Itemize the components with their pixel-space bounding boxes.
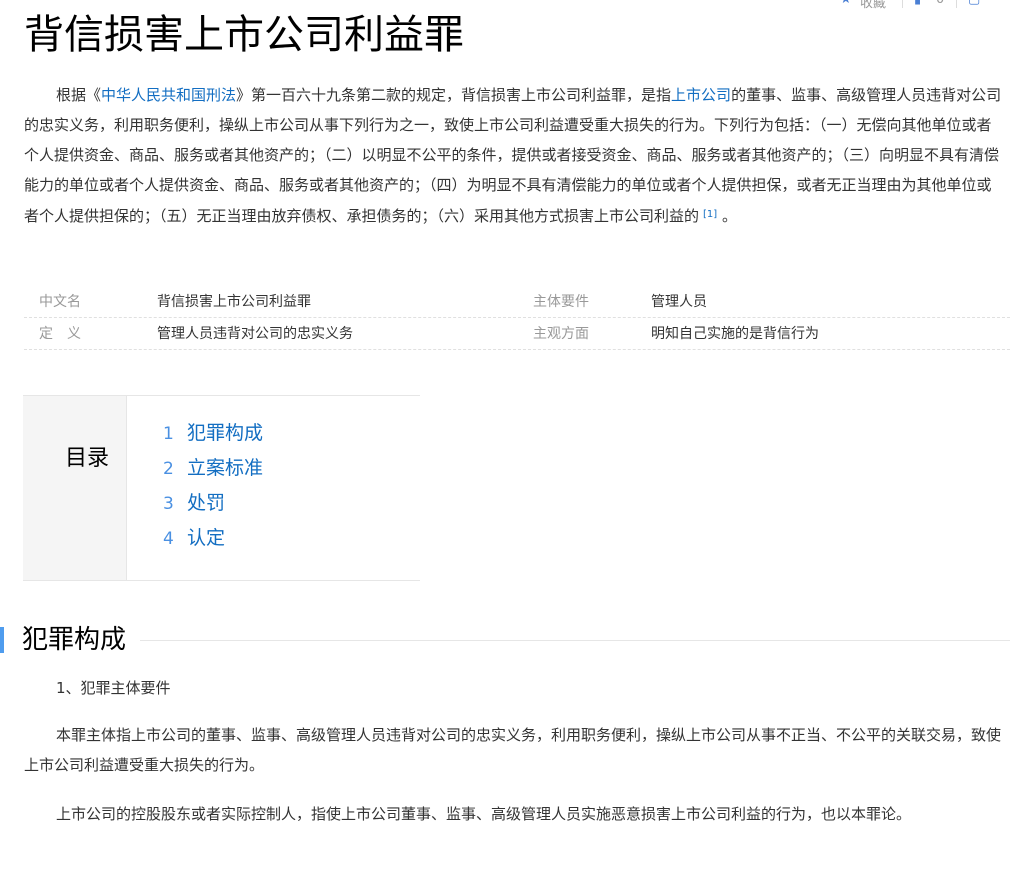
basic-info-table: 中文名 背信损害上市公司利益罪 主体要件 管理人员 定 义 管理人员违背对公司的… <box>24 286 1010 350</box>
table-of-contents: 目录 1 犯罪构成 2 立案标准 3 处罚 4 认定 <box>23 395 420 581</box>
basic-info-row: 定 义 管理人员违背对公司的忠实义务 主观方面 明知自己实施的是背信行为 <box>24 318 1010 350</box>
toc-title: 目录 <box>65 446 110 471</box>
subheading: 1、犯罪主体要件 <box>56 679 171 697</box>
toc-item-number: 1 <box>163 424 174 444</box>
toolbar-divider <box>902 0 903 8</box>
link-criminal-law[interactable]: 中华人民共和国刑法 <box>101 86 236 104</box>
reference-link[interactable]: [1] <box>703 209 717 220</box>
star-icon[interactable]: ★ <box>840 0 852 8</box>
link-listed-company[interactable]: 上市公司 <box>671 86 731 104</box>
collect-label[interactable]: 收藏 <box>860 0 886 11</box>
info-value: 背信损害上市公司利益罪 <box>157 294 311 310</box>
info-value: 管理人员违背对公司的忠实义务 <box>157 326 353 342</box>
like-count: 0 <box>936 0 944 8</box>
toc-item-punishment[interactable]: 3 处罚 <box>163 488 263 523</box>
info-key: 中文名 <box>39 294 81 310</box>
intro-end: 。 <box>717 207 737 225</box>
intro-text: 的董事、监事、高级管理人员违背对公司的忠实义务，利用职务便利，操纵上市公司从事下… <box>24 86 1002 225</box>
toolbar-divider <box>956 0 957 8</box>
info-key: 主体要件 <box>533 294 589 310</box>
intro-paragraph: 根据《中华人民共和国刑法》第一百六十九条第二款的规定，背信损害上市公司利益罪，是… <box>24 80 1004 231</box>
toc-item-crime-constitution[interactable]: 1 犯罪构成 <box>163 418 263 453</box>
toc-item-number: 2 <box>163 459 174 479</box>
toc-item-label: 处罚 <box>187 492 226 514</box>
toc-item-filing-standard[interactable]: 2 立案标准 <box>163 453 263 488</box>
toc-item-label: 认定 <box>187 527 226 549</box>
toc-item-label: 立案标准 <box>187 457 264 479</box>
info-value: 明知自己实施的是背信行为 <box>651 326 819 342</box>
body-paragraph: 上市公司的控股股东或者实际控制人，指使上市公司董事、监事、高级管理人员实施恶意损… <box>56 805 912 823</box>
info-key: 主观方面 <box>533 326 589 342</box>
toc-item-label: 犯罪构成 <box>187 422 264 444</box>
toc-item-determination[interactable]: 4 认定 <box>163 523 263 558</box>
intro-text: 》第一百六十九条第二款的规定，背信损害上市公司利益罪，是指 <box>236 86 672 104</box>
toc-item-number: 4 <box>163 529 174 549</box>
top-toolbar: ★ 收藏 ▮ 0 ▢ <box>832 0 1032 11</box>
toc-item-number: 3 <box>163 494 174 514</box>
section-heading: 犯罪构成 <box>0 622 1010 658</box>
section-title: 犯罪构成 <box>22 622 135 658</box>
section-accent-bar <box>0 627 4 653</box>
info-key: 定 义 <box>39 326 81 342</box>
basic-info-row: 中文名 背信损害上市公司利益罪 主体要件 管理人员 <box>24 286 1010 318</box>
intro-text: 根据《 <box>56 86 102 104</box>
body-paragraph: 本罪主体指上市公司的董事、监事、高级管理人员违背对公司的忠实义务，利用职务便利，… <box>24 726 1002 774</box>
section-divider <box>140 640 1010 641</box>
toc-list: 1 犯罪构成 2 立案标准 3 处罚 4 认定 <box>163 418 263 558</box>
info-value: 管理人员 <box>651 294 707 310</box>
share-icon[interactable]: ▢ <box>968 0 980 8</box>
toc-header: 目录 <box>23 396 127 580</box>
page-title: 背信损害上市公司利益罪 <box>24 12 464 58</box>
like-icon[interactable]: ▮ <box>914 0 921 8</box>
